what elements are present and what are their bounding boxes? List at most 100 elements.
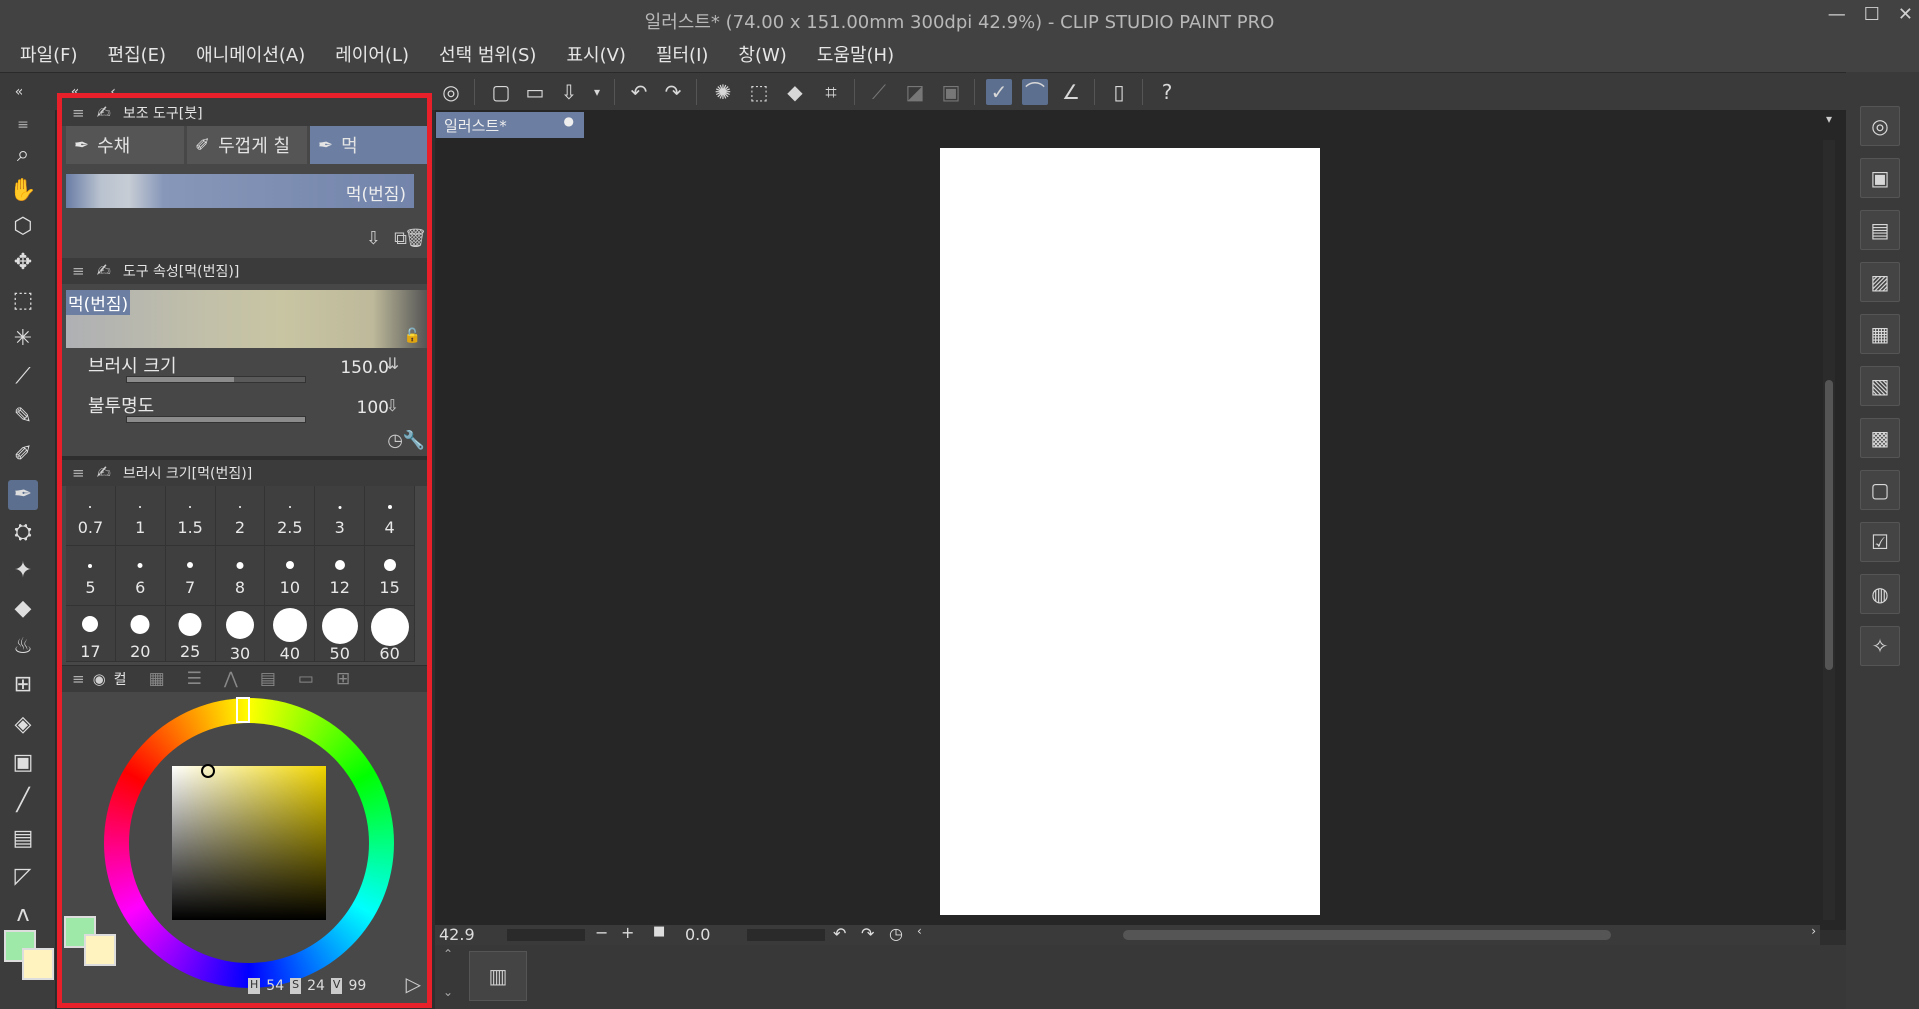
subtool-tab-thick-paint[interactable]: ✐ 두껍게 칠 [187, 126, 307, 164]
selection-icon[interactable]: ⬚ [8, 286, 38, 316]
chevron-down-icon[interactable]: ▾ [584, 79, 610, 105]
menu-filter[interactable]: 필터(I) [656, 41, 708, 67]
eyedropper-icon[interactable]: ⟋ [8, 362, 38, 392]
menu-window[interactable]: 창(W) [738, 41, 786, 67]
animation-cels-icon[interactable]: ✧ [1860, 626, 1900, 666]
undo-icon[interactable]: ↶ [626, 79, 652, 105]
size-cell[interactable]: 3 [315, 486, 366, 546]
menu-animation[interactable]: 애니메이션(A) [196, 41, 305, 67]
menu-help[interactable]: 도움말(H) [817, 41, 894, 67]
navigator-icon[interactable]: ▧ [1860, 366, 1900, 406]
move-icon[interactable]: ✥ [8, 248, 38, 278]
scroll-right-icon[interactable]: › [1811, 924, 1816, 938]
rotation-value[interactable]: 0.0 [685, 925, 710, 944]
chevron-up-icon[interactable]: ⌃ [443, 947, 453, 961]
item-bank-icon[interactable]: ▢ [1860, 470, 1900, 510]
fill-tool-icon[interactable]: ◈ [8, 710, 38, 740]
size-cell[interactable]: 12 [315, 546, 366, 606]
eraser-icon[interactable]: ◆ [8, 594, 38, 624]
operation-icon[interactable]: ⬡ [8, 212, 38, 242]
layer-property-icon[interactable]: ▣ [1860, 158, 1900, 198]
decoration-icon[interactable]: ✦ [8, 556, 38, 586]
size-cell[interactable]: 4 [365, 486, 415, 546]
clear-selection-icon[interactable]: ✺ [710, 79, 736, 105]
auto-select-icon[interactable]: ✳ [8, 324, 38, 354]
size-cell[interactable]: 30 [215, 606, 266, 662]
approximate-color-tab-icon[interactable]: ▤ [260, 669, 276, 689]
lock-icon[interactable]: 🔓 [404, 328, 421, 344]
hand-icon[interactable]: ✋ [8, 176, 38, 206]
close-tab-icon[interactable]: ● [564, 114, 574, 128]
size-cell[interactable]: 60 [365, 606, 415, 662]
rotate-right-icon[interactable]: ↷ [861, 924, 874, 943]
layer-property-tab-icon[interactable]: ⊞ [336, 669, 350, 689]
airbrush-icon[interactable]: ⛭ [8, 518, 38, 548]
select-all-icon[interactable]: ⬚ [746, 79, 772, 105]
close-button[interactable]: ✕ [1898, 4, 1913, 25]
size-cell[interactable]: 20 [115, 606, 166, 662]
help-icon[interactable]: ? [1154, 79, 1180, 105]
minimize-button[interactable]: — [1828, 4, 1846, 25]
scroll-left-icon[interactable]: ‹ [917, 924, 922, 938]
material-icon[interactable]: ▦ [1860, 314, 1900, 354]
panel-menu-icon[interactable]: ≡ [72, 262, 85, 280]
size-cell[interactable]: 15 [365, 546, 415, 606]
save-icon[interactable]: ⇩ [556, 79, 582, 105]
brush-icon[interactable]: ✒ [8, 480, 38, 510]
auto-action-icon[interactable]: ◍ [1860, 574, 1900, 614]
menu-view[interactable]: 표시(V) [566, 41, 625, 67]
fit-icon[interactable]: ■ [653, 924, 665, 939]
menu-file[interactable]: 파일(F) [20, 41, 78, 67]
tab-dropdown-icon[interactable]: ▾ [1826, 112, 1832, 126]
color-wheel[interactable] [102, 696, 396, 990]
pen-icon[interactable]: ✎ [8, 402, 38, 432]
color-slider-tab-icon[interactable]: ☰ [187, 669, 202, 689]
clip-studio-assets-icon[interactable]: ◎ [1860, 106, 1900, 146]
zoom-slider[interactable] [507, 929, 585, 941]
transform-icon[interactable]: ⌗ [818, 79, 844, 105]
text-icon[interactable]: ʌ [8, 900, 38, 930]
vertical-scrollbar[interactable] [1823, 140, 1835, 920]
reset-rotation-icon[interactable]: ◷ [889, 924, 903, 943]
color-tab-label[interactable]: 컬 [114, 669, 127, 689]
size-cell[interactable]: 2.5 [265, 486, 316, 546]
rotation-slider[interactable] [747, 929, 825, 941]
frame-icon[interactable]: ▤ [8, 824, 38, 854]
gradient-icon[interactable]: ▣ [8, 748, 38, 778]
device-icon[interactable]: ▯ [1106, 79, 1132, 105]
balloon-icon[interactable]: ◸ [8, 862, 38, 892]
new-file-icon[interactable]: ▢ [488, 79, 514, 105]
size-cell[interactable]: 5 [66, 546, 116, 606]
clip-studio-icon[interactable]: ◎ [438, 79, 464, 105]
download-icon[interactable]: ⇩ [386, 396, 399, 415]
size-cell[interactable]: 10 [265, 546, 316, 606]
sub-color-swatch[interactable] [22, 948, 54, 980]
panel-sub-color-swatch[interactable] [84, 934, 116, 966]
size-cell[interactable]: 25 [165, 606, 216, 662]
maximize-button[interactable]: ☐ [1864, 4, 1880, 25]
brush-size-slider[interactable] [126, 376, 306, 383]
panel-menu-icon[interactable]: ≡ [72, 464, 85, 482]
fill-icon[interactable]: ◆ [782, 79, 808, 105]
open-folder-icon[interactable]: ▭ [522, 79, 548, 105]
layer-search-icon[interactable]: ▨ [1860, 262, 1900, 302]
brush-size-value[interactable]: 150.0 [340, 358, 389, 378]
stabilize-icon[interactable]: ✓ [986, 79, 1012, 105]
size-cell[interactable]: 40 [265, 606, 316, 662]
size-cell[interactable]: 2 [215, 486, 266, 546]
size-cell[interactable]: 50 [315, 606, 366, 662]
panel-menu-icon[interactable]: ≡ [72, 670, 85, 688]
document-tab[interactable]: 일러스트* ● [436, 112, 584, 138]
pencil-icon[interactable]: ✐ [8, 440, 38, 470]
menu-edit[interactable]: 편집(E) [108, 41, 167, 67]
deselect-icon[interactable]: ⟋ [866, 79, 892, 105]
pressure-settings-icon[interactable]: ◷ [387, 430, 403, 451]
redo-icon[interactable]: ↷ [660, 79, 686, 105]
menu-selection[interactable]: 선택 범위(S) [439, 41, 536, 67]
menu-layer[interactable]: 레이어(L) [335, 41, 409, 67]
palette-menu-icon[interactable]: ≡ [8, 110, 38, 140]
selected-brush-item[interactable]: 먹(번짐) [66, 174, 414, 208]
horizontal-scrollbar[interactable] [1123, 930, 1611, 940]
zoom-out-icon[interactable]: − [595, 923, 608, 942]
history-icon[interactable]: ☑ [1860, 522, 1900, 562]
